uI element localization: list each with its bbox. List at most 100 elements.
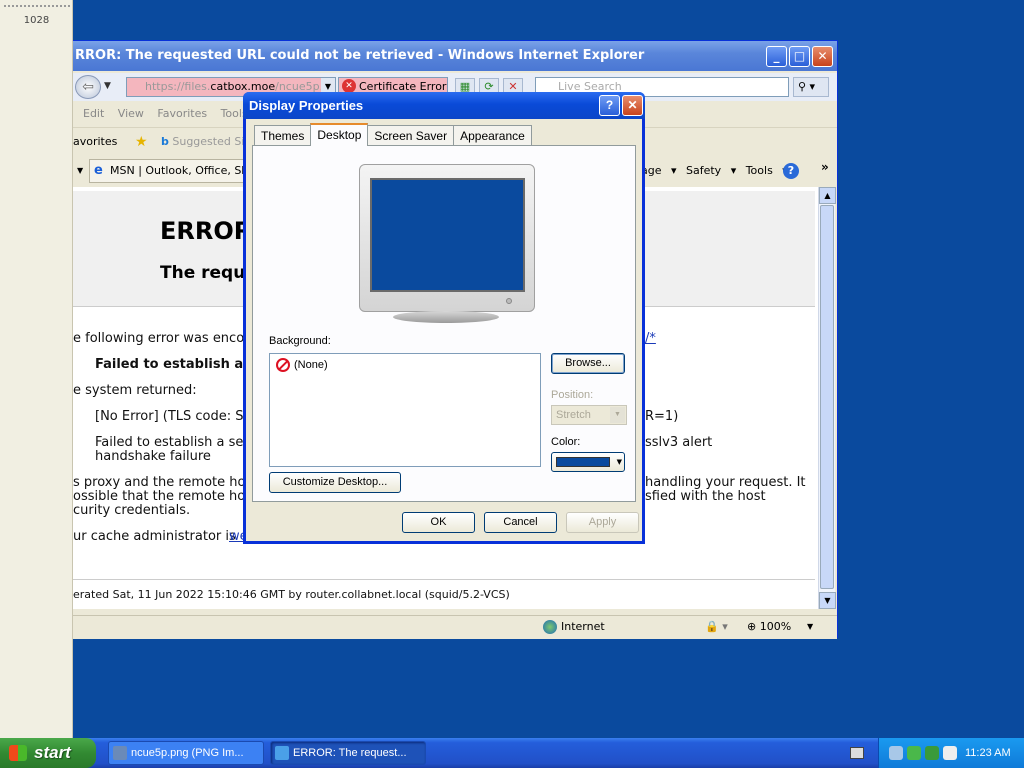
apply-button[interactable]: Apply xyxy=(566,512,639,533)
position-value: Stretch xyxy=(556,409,591,421)
error-line: ossible that the remote ho xyxy=(73,489,246,504)
vertical-scrollbar[interactable]: ▲ ▼ xyxy=(818,187,836,609)
monitor-stand xyxy=(393,311,499,323)
list-item[interactable]: (None) xyxy=(276,358,328,372)
tab-list-icon[interactable]: ▼ xyxy=(77,157,83,185)
no-entry-icon xyxy=(276,358,290,372)
browse-button[interactable]: Browse... xyxy=(551,353,625,374)
close-button[interactable]: ✕ xyxy=(812,46,833,67)
error-line: sslv3 alert xyxy=(645,435,713,450)
help-button[interactable]: ? xyxy=(599,95,620,116)
tab-appearance[interactable]: Appearance xyxy=(453,125,532,146)
taskbar-item-label: ncue5p.png (PNG Im... xyxy=(131,747,244,759)
add-favorites-icon[interactable]: ★ xyxy=(135,134,148,150)
zoom-value: 100% xyxy=(759,620,792,633)
status-bar: Internet 🔒 ▾ ⊕ 100% ▼ xyxy=(73,615,837,639)
command-bar[interactable]: age ▾ Safety ▾ Tools ▾ xyxy=(641,157,788,185)
taskbar-item-label: ERROR: The request... xyxy=(293,747,407,759)
history-dropdown-icon[interactable]: ▼ xyxy=(104,81,111,91)
error-line: handling your request. It xyxy=(645,475,806,490)
more-chevron-icon[interactable]: » xyxy=(821,153,829,181)
security-zone: Internet xyxy=(543,616,605,638)
tab-themes[interactable]: Themes xyxy=(254,125,312,146)
scroll-up-icon[interactable]: ▲ xyxy=(819,187,836,204)
error-line: curity credentials. xyxy=(73,503,191,518)
error-title: ERROR xyxy=(160,217,253,245)
taskbar-item-image-viewer[interactable]: ncue5p.png (PNG Im... xyxy=(108,741,264,765)
ie-icon xyxy=(275,746,289,760)
security-shield-icon[interactable] xyxy=(925,746,939,760)
start-button[interactable]: start xyxy=(0,738,96,768)
error-url-link[interactable]: /* xyxy=(645,332,656,346)
monitor-case xyxy=(359,164,535,312)
tab-screen-saver[interactable]: Screen Saver xyxy=(367,125,455,146)
error-line: R=1) xyxy=(645,409,679,424)
suggested-sites-link[interactable]: b Suggested Si xyxy=(161,128,244,156)
favorites-button[interactable]: avorites xyxy=(73,135,117,148)
windows-logo-icon xyxy=(9,745,27,761)
start-label: start xyxy=(34,743,71,762)
monitor-preview xyxy=(359,164,537,323)
ie-titlebar[interactable]: RROR: The requested URL could not be ret… xyxy=(73,41,837,71)
error-line: e following error was encou xyxy=(73,331,253,346)
clock[interactable]: 11:23 AM xyxy=(965,738,1011,768)
dialog-title: Display Properties xyxy=(249,98,364,113)
error-line: Failed to establish a se xyxy=(95,357,265,372)
network-icon[interactable] xyxy=(889,746,903,760)
dialog-close-button[interactable]: ✕ xyxy=(622,95,643,116)
position-label: Position: xyxy=(551,389,594,401)
protected-mode-icon[interactable]: 🔒 ▾ xyxy=(705,616,728,638)
display-properties-dialog: Display Properties ? ✕ Themes Desktop Sc… xyxy=(243,92,645,544)
back-button[interactable]: ⇦ xyxy=(75,75,101,99)
ok-button[interactable]: OK xyxy=(402,512,475,533)
dialog-titlebar[interactable]: Display Properties ? ✕ xyxy=(243,92,645,119)
error-line: Failed to establish a se xyxy=(95,435,244,450)
monitor-screen xyxy=(370,178,525,292)
language-bar-icon[interactable] xyxy=(943,746,957,760)
maximize-button[interactable]: □ xyxy=(789,46,810,67)
safely-remove-icon[interactable] xyxy=(907,746,921,760)
taskbar: start ncue5p.png (PNG Im... ERROR: The r… xyxy=(0,738,1024,768)
color-swatch xyxy=(556,457,610,467)
color-picker[interactable]: ▼ xyxy=(551,452,625,472)
tab-msn[interactable]: MSN | Outlook, Office, Skyp xyxy=(89,159,249,183)
ie-window-controls: _ □ ✕ xyxy=(766,46,833,67)
error-line: e system returned: xyxy=(73,383,197,398)
chevron-down-icon: ▼ xyxy=(616,458,622,466)
scroll-thumb[interactable] xyxy=(820,205,834,589)
error-line: [No Error] (TLS code: SC xyxy=(95,409,253,424)
taskbar-item-ie[interactable]: ERROR: The request... xyxy=(270,741,426,765)
customize-desktop-button[interactable]: Customize Desktop... xyxy=(269,472,401,493)
dialog-tabs: Themes Desktop Screen Saver Appearance xyxy=(254,123,532,146)
error-line: sfied with the host xyxy=(645,489,766,504)
side-panel: 1028 xyxy=(0,0,73,738)
ie-window-title: RROR: The requested URL could not be ret… xyxy=(75,48,645,63)
dialog-controls: ? ✕ xyxy=(599,95,643,116)
system-tray: 11:23 AM xyxy=(878,738,1024,768)
scroll-down-icon[interactable]: ▼ xyxy=(819,592,836,609)
tab-desktop[interactable]: Desktop xyxy=(310,123,369,146)
zoom-level[interactable]: ⊕ 100% xyxy=(747,616,791,638)
background-label: Background: xyxy=(269,335,331,347)
help-icon[interactable]: ? xyxy=(783,163,799,179)
background-list[interactable]: (None) xyxy=(269,353,541,467)
side-panel-number: 1028 xyxy=(23,15,50,26)
url-prefix: https://files. xyxy=(145,80,211,93)
cancel-button[interactable]: Cancel xyxy=(484,512,557,533)
list-item-label: (None) xyxy=(294,359,328,371)
grip-dots[interactable] xyxy=(4,5,70,7)
error-line: s proxy and the remote ho xyxy=(73,475,246,490)
desktop-tab-panel: Background: (None) Browse... Position: S… xyxy=(252,145,636,502)
image-viewer-icon xyxy=(113,746,127,760)
color-label: Color: xyxy=(551,436,581,448)
chevron-down-icon: ▼ xyxy=(610,407,625,423)
error-subtitle: The requ xyxy=(160,263,246,283)
error-footer: erated Sat, 11 Jun 2022 15:10:46 GMT by … xyxy=(73,579,815,601)
position-select[interactable]: Stretch ▼ xyxy=(551,405,627,425)
zoom-dropdown-icon[interactable]: ▼ xyxy=(807,616,813,638)
suggested-sites-label: Suggested Si xyxy=(172,135,245,148)
keyboard-icon[interactable] xyxy=(850,747,864,759)
error-line: handshake failure xyxy=(95,449,211,464)
minimize-button[interactable]: _ xyxy=(766,46,787,67)
search-icon[interactable]: ⚲ ▾ xyxy=(793,77,829,97)
